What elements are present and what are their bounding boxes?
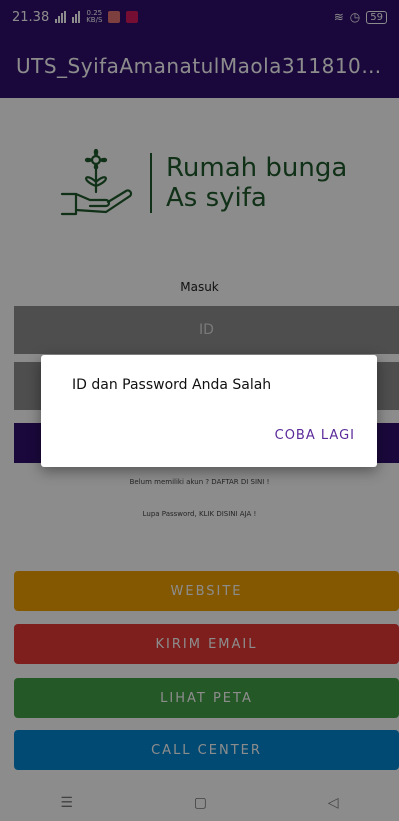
error-dialog: ID dan Password Anda Salah COBA LAGI [41,355,377,467]
dialog-message: ID dan Password Anda Salah [72,377,272,393]
retry-button[interactable]: COBA LAGI [275,428,355,443]
